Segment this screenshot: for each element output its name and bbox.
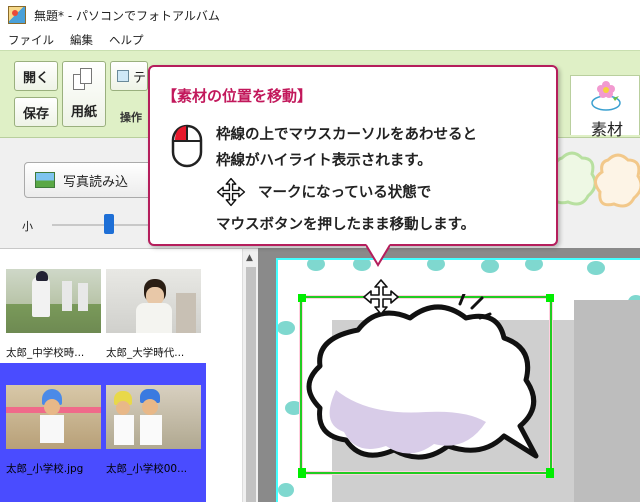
- photo-thumbnails: 太郎_中学校時... 太郎_大学時代... 太郎_小学校.jpg 太郎_小学校0…: [0, 249, 242, 502]
- photo-item[interactable]: 太郎_大学時代...: [106, 269, 206, 360]
- menu-edit[interactable]: 編集: [62, 32, 101, 48]
- text-button-label: テ: [133, 70, 147, 86]
- open-button-label: 開く: [22, 70, 49, 86]
- photo-name: 太郎_小学校.jpg: [6, 463, 84, 475]
- menu-bar: ファイル 編集 ヘルプ: [0, 30, 640, 50]
- photo-panel: 太郎_中学校時... 太郎_大学時代... 太郎_小学校.jpg 太郎_小学校0…: [0, 248, 258, 502]
- operation-group-label: 操作: [120, 111, 142, 124]
- photo-thumb-elementary-race: [6, 385, 101, 449]
- paper-icon: [73, 68, 95, 92]
- text-icon: [117, 70, 129, 82]
- menu-help[interactable]: ヘルプ: [101, 32, 152, 48]
- photo-name: 太郎_大学時代...: [106, 347, 185, 359]
- photo-icon: [35, 172, 55, 188]
- scroll-up-icon[interactable]: ▲: [246, 253, 253, 263]
- open-button[interactable]: 開く: [14, 61, 58, 91]
- callout-line-3: マークになっている状態で: [258, 185, 432, 201]
- photo-panel-scrollbar[interactable]: ▲: [242, 249, 258, 502]
- window-title: 無題* - パソコンでフォトアルバム: [34, 8, 220, 23]
- save-button-label: 保存: [22, 106, 49, 122]
- album-canvas[interactable]: [258, 248, 640, 502]
- sozai-flower-icon: [591, 81, 621, 111]
- photo-thumb-baseball: [6, 269, 101, 333]
- move-cursor-icon: [363, 279, 399, 315]
- mouse-icon: [171, 124, 203, 168]
- callout-line-2: 枠線がハイライト表示されます。: [216, 153, 432, 169]
- sozai-tab-label: 素材: [591, 120, 624, 139]
- menu-file[interactable]: ファイル: [0, 32, 62, 48]
- photo-item[interactable]: 太郎_中学校時...: [6, 269, 106, 360]
- photo-thumb-elementary-tug: [106, 385, 201, 449]
- material-cloud-orange[interactable]: [594, 152, 640, 212]
- move-mark-icon: [216, 177, 246, 207]
- photo-name: 太郎_中学校時...: [6, 347, 85, 359]
- title-bar: 無題* - パソコンでフォトアルバム: [0, 0, 640, 30]
- paper-button[interactable]: 用紙: [62, 61, 106, 127]
- app-icon: [8, 6, 26, 24]
- callout-line-1: 枠線の上でマウスカーソルをあわせると: [216, 127, 477, 143]
- save-button[interactable]: 保存: [14, 97, 58, 127]
- callout-line-4: マウスボタンを押したまま移動します。: [216, 217, 476, 233]
- thumb-size-slider-track[interactable]: [52, 224, 152, 226]
- thumb-size-slider-thumb[interactable]: [104, 214, 114, 234]
- paper-button-label: 用紙: [70, 105, 97, 120]
- thumb-size-small-label: 小: [22, 220, 33, 233]
- text-button[interactable]: テ: [110, 61, 148, 91]
- instruction-callout: 【素材の位置を移動】 枠線の上でマウスカーソルをあわせると 枠線がハイライト表示…: [148, 65, 558, 246]
- callout-title: 【素材の位置を移動】: [162, 87, 313, 105]
- photo-item-selected[interactable]: 太郎_小学校00...: [106, 385, 206, 476]
- selected-balloon-material[interactable]: [298, 294, 554, 478]
- photo-load-label: 写真読み込: [63, 174, 129, 190]
- photo-name: 太郎_小学校00...: [106, 463, 188, 475]
- photo-load-button[interactable]: 写真読み込: [24, 162, 154, 198]
- scrollbar-thumb[interactable]: [246, 267, 256, 502]
- photo-item-selected[interactable]: 太郎_小学校.jpg: [6, 385, 106, 476]
- tab-sozai[interactable]: 素材: [570, 75, 640, 139]
- photo-thumb-university: [106, 269, 201, 333]
- callout-tail: [366, 244, 390, 267]
